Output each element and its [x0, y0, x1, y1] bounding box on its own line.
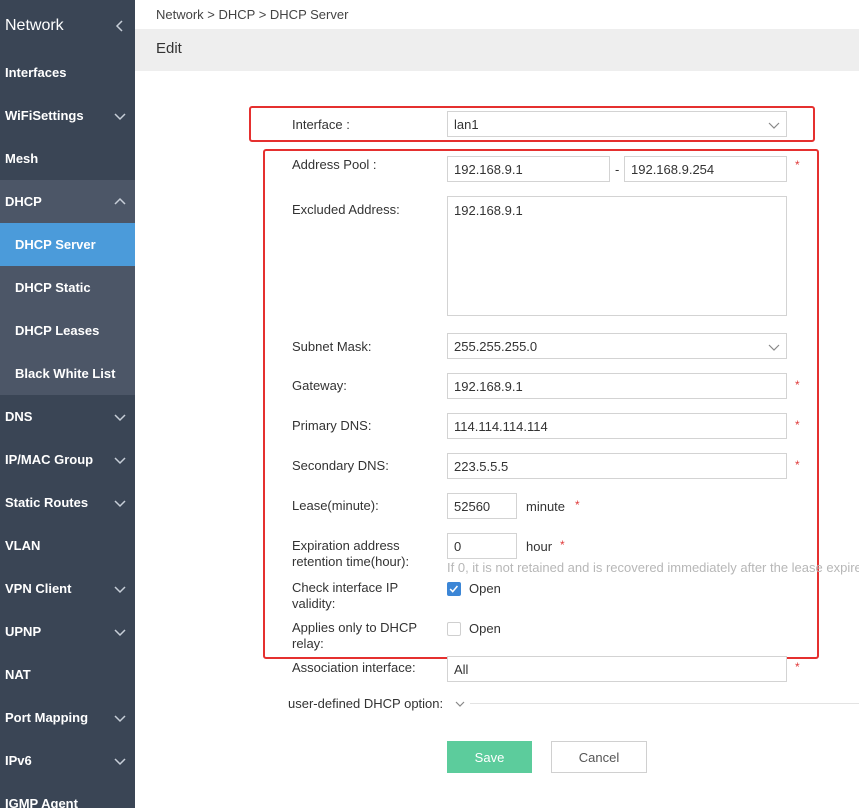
- page-title: Edit: [156, 40, 182, 57]
- gateway-label: Gateway:: [292, 378, 347, 393]
- sidebar-item-igmp-agent[interactable]: IGMP Agent: [0, 782, 135, 808]
- expiration-input[interactable]: 0: [447, 533, 517, 559]
- required-mark: *: [795, 458, 800, 472]
- check-ip-option: Open: [469, 581, 501, 596]
- secondary-dns-input[interactable]: 223.5.5.5: [447, 453, 787, 479]
- sidebar-item-dhcp-static[interactable]: DHCP Static: [0, 266, 135, 309]
- check-ip-label-line1: Check interface IP: [292, 580, 399, 595]
- sidebar-item-black-white-list[interactable]: Black White List: [0, 352, 135, 395]
- chevron-down-icon: [114, 585, 126, 593]
- check-ip-checkbox[interactable]: [447, 582, 461, 596]
- required-mark: *: [795, 158, 800, 172]
- relay-option: Open: [469, 621, 501, 636]
- gateway-input[interactable]: 192.168.9.1: [447, 373, 787, 399]
- checkmark-icon: [449, 585, 459, 593]
- sidebar-item-ip-mac-group[interactable]: IP/MAC Group: [0, 438, 135, 481]
- expiration-label-line2: retention time(hour):: [292, 554, 410, 569]
- lease-unit: minute: [526, 499, 566, 514]
- association-interface-label: Association interface:: [292, 660, 416, 675]
- chevron-down-icon[interactable]: [454, 698, 466, 710]
- chevron-down-icon: [114, 757, 126, 765]
- excluded-address-textarea[interactable]: 192.168.9.1: [447, 196, 787, 316]
- chevron-down-icon: [114, 413, 126, 421]
- pool-end-input[interactable]: 192.168.9.254: [624, 156, 787, 182]
- sidebar-item-static-routes[interactable]: Static Routes: [0, 481, 135, 524]
- user-defined-option-toggle[interactable]: user-defined DHCP option:: [288, 696, 443, 712]
- interface-label: Interface :: [292, 117, 350, 132]
- expiration-label-line1: Expiration address: [292, 538, 400, 553]
- check-ip-label-line2: validity:: [292, 596, 336, 611]
- primary-dns-label: Primary DNS:: [292, 418, 372, 433]
- association-interface-select[interactable]: All: [447, 656, 787, 682]
- sidebar-item-vpn-client[interactable]: VPN Client: [0, 567, 135, 610]
- pool-start-input[interactable]: 192.168.9.1: [447, 156, 610, 182]
- required-mark: *: [575, 498, 580, 512]
- sidebar-item-dhcp-leases[interactable]: DHCP Leases: [0, 309, 135, 352]
- lease-input[interactable]: 52560: [447, 493, 517, 519]
- interface-select[interactable]: lan1: [447, 111, 787, 137]
- sidebar-item-interfaces[interactable]: Interfaces: [0, 51, 135, 94]
- collapse-chevron-icon[interactable]: [113, 19, 127, 33]
- chevron-down-icon: [114, 714, 126, 722]
- required-mark: *: [795, 660, 800, 674]
- chevron-down-icon: [114, 628, 126, 636]
- breadcrumb: Network > DHCP > DHCP Server: [156, 7, 349, 22]
- expiration-unit: hour: [526, 539, 553, 554]
- cancel-button[interactable]: Cancel: [551, 741, 647, 773]
- sidebar-item-wifisettings[interactable]: WiFiSettings: [0, 94, 135, 137]
- secondary-dns-label: Secondary DNS:: [292, 458, 389, 473]
- required-mark: *: [795, 418, 800, 432]
- interface-value: lan1: [454, 116, 479, 132]
- relay-label-line1: Applies only to DHCP: [292, 620, 417, 635]
- chevron-down-icon: [114, 112, 126, 120]
- sidebar-item-nat[interactable]: NAT: [0, 653, 135, 696]
- required-mark: *: [560, 538, 565, 552]
- sidebar-item-port-mapping[interactable]: Port Mapping: [0, 696, 135, 739]
- sidebar-item-dhcp[interactable]: DHCP: [0, 180, 135, 223]
- sidebar-item-upnp[interactable]: UPNP: [0, 610, 135, 653]
- expiration-hint: If 0, it is not retained and is recovere…: [447, 560, 859, 575]
- subnet-mask-select[interactable]: 255.255.255.0: [447, 333, 787, 359]
- edit-header: Edit: [135, 29, 859, 71]
- primary-dns-input[interactable]: 114.114.114.114: [447, 413, 787, 439]
- sidebar-item-vlan[interactable]: VLAN: [0, 524, 135, 567]
- chevron-down-icon: [114, 499, 126, 507]
- section-divider: [470, 703, 859, 704]
- subnet-mask-label: Subnet Mask:: [292, 339, 372, 354]
- chevron-up-icon: [114, 197, 126, 205]
- excluded-address-label: Excluded Address:: [292, 202, 400, 217]
- relay-checkbox[interactable]: [447, 622, 461, 636]
- sidebar-item-dns[interactable]: DNS: [0, 395, 135, 438]
- address-pool-label: Address Pool :: [292, 157, 377, 172]
- chevron-down-icon: [768, 122, 780, 129]
- lease-label: Lease(minute):: [292, 498, 379, 513]
- chevron-down-icon: [768, 344, 780, 351]
- sidebar-header[interactable]: Network: [0, 0, 135, 52]
- required-mark: *: [795, 378, 800, 392]
- relay-label-line2: relay:: [292, 636, 324, 651]
- chevron-down-icon: [114, 456, 126, 464]
- sidebar: Network Interfaces WiFiSettings Mesh DHC…: [0, 0, 135, 808]
- sidebar-title: Network: [5, 17, 64, 34]
- sidebar-item-ipv6[interactable]: IPv6: [0, 739, 135, 782]
- sidebar-item-dhcp-server[interactable]: DHCP Server: [0, 223, 135, 266]
- pool-dash: -: [615, 162, 620, 177]
- main-content: Network > DHCP > DHCP Server Edit Interf…: [135, 0, 859, 808]
- save-button[interactable]: Save: [447, 741, 532, 773]
- sidebar-item-mesh[interactable]: Mesh: [0, 137, 135, 180]
